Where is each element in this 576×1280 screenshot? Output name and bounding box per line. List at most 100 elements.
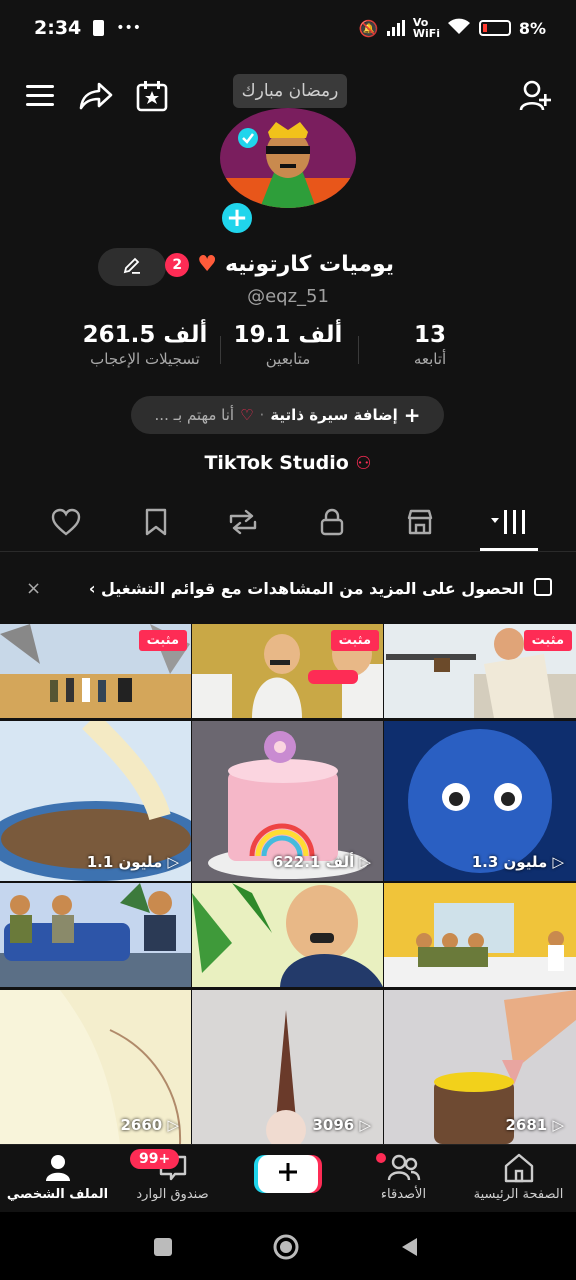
profile-icon — [44, 1153, 72, 1187]
edit-profile-button[interactable] — [98, 248, 166, 286]
nav-home[interactable]: الصفحة الرئيسية — [461, 1153, 576, 1202]
followers-stat[interactable]: 19.1 ألف متابعين — [228, 322, 348, 368]
back-icon[interactable] — [394, 1232, 424, 1262]
likes-stat[interactable]: 261.5 ألف تسجيلات الإعجاب — [70, 322, 220, 368]
stat-divider — [220, 336, 221, 364]
heart-fire-icon: ♥ — [197, 252, 217, 277]
video-thumbnail[interactable] — [384, 883, 576, 987]
battery-percent: 8% — [518, 18, 546, 38]
add-bio-label: إضافة سيرة ذاتية — [270, 406, 398, 424]
tab-videos[interactable] — [486, 504, 532, 544]
video-thumbnail[interactable]: مثبت — [0, 624, 191, 718]
tab-private[interactable] — [312, 504, 352, 544]
pinned-badge: مثبت — [138, 630, 187, 651]
share-icon[interactable] — [76, 76, 116, 116]
pencil-icon — [122, 255, 142, 279]
profile-name-row: يوميات كارتونيه ♥ 2 — [165, 252, 394, 277]
content-tabs — [0, 498, 576, 552]
stat-divider — [358, 336, 359, 364]
profile-handle: @eqz_51 — [247, 286, 329, 307]
profile-stats: 13 أتابعه 19.1 ألف متابعين 261.5 ألف تسج… — [0, 322, 576, 382]
wifi-icon — [447, 17, 471, 39]
battery-icon — [478, 20, 511, 36]
notification-dot — [376, 1153, 386, 1163]
bottom-nav: الملف الشخصي صندوق الوارد 99+ الأصدقاء ا… — [0, 1144, 576, 1212]
mute-icon: 🔕 — [358, 18, 379, 38]
home-icon — [503, 1153, 535, 1187]
ramadan-tag: رمضان مبارك — [233, 74, 347, 108]
video-thumbnail[interactable]: 1.1 مليون ▷ — [0, 720, 191, 881]
tab-liked[interactable] — [46, 504, 86, 544]
plus-icon: + — [403, 403, 421, 427]
view-count: 2681 ▷ — [505, 1115, 564, 1134]
add-friend-icon[interactable] — [516, 76, 556, 116]
playlist-banner[interactable]: × الحصول على المزيد من المشاهدات مع قوائ… — [0, 564, 576, 612]
avatar[interactable] — [220, 108, 356, 208]
followers-label: متابعين — [265, 350, 311, 368]
video-thumbnail[interactable]: 1.3 مليون ▷ — [384, 720, 576, 881]
friends-icon — [387, 1154, 421, 1186]
video-thumbnail[interactable]: مثبت — [192, 624, 383, 718]
close-icon[interactable]: × — [26, 578, 41, 599]
playlist-icon — [534, 578, 552, 596]
shop-icon — [405, 508, 435, 540]
count-badge: 2 — [165, 252, 190, 277]
nav-home-label: الصفحة الرئيسية — [473, 1187, 564, 1202]
following-count: 13 — [413, 322, 446, 348]
view-count: 1.1 مليون ▷ — [86, 852, 179, 871]
inbox-badge: 99+ — [130, 1149, 180, 1169]
heart-icon — [51, 508, 81, 540]
video-thumbnail[interactable]: 3096 ▷ — [192, 989, 383, 1144]
view-count: 1.3 مليون ▷ — [471, 852, 564, 871]
likes-count: 261.5 ألف — [82, 322, 208, 348]
bio-pill[interactable]: + إضافة سيرة ذاتية · ♡ أنا مهتم بـ ... — [131, 396, 444, 434]
video-thumbnail[interactable]: 622.1 ألف ▷ — [192, 720, 383, 881]
menu-icon[interactable] — [20, 76, 60, 116]
nav-friends[interactable]: الأصدقاء — [346, 1153, 461, 1202]
recents-icon[interactable] — [148, 1232, 178, 1262]
lock-icon — [319, 508, 345, 540]
studio-person-icon: ⚇ — [355, 453, 372, 474]
video-thumbnail[interactable] — [192, 883, 383, 987]
tiktok-studio-link[interactable]: TikTok Studio ⚇ — [0, 452, 576, 474]
bio-separator: · — [259, 406, 265, 424]
add-story-button[interactable]: + — [219, 200, 255, 236]
system-navigation-bar — [0, 1212, 576, 1280]
plus-icon — [277, 1161, 299, 1187]
following-stat[interactable]: 13 أتابعه — [380, 322, 480, 368]
home-button-icon[interactable] — [271, 1232, 301, 1262]
repost-icon — [227, 508, 259, 540]
nav-profile[interactable]: الملف الشخصي — [0, 1153, 115, 1202]
nav-inbox-label: صندوق الوارد — [136, 1187, 209, 1202]
signal-icon — [386, 20, 405, 36]
video-thumbnail[interactable]: 2660 ▷ — [0, 989, 191, 1144]
video-thumbnail[interactable] — [0, 883, 191, 987]
vowifi-label: Vo WiFi — [412, 16, 441, 40]
status-time: 2:34 — [34, 17, 82, 39]
more-notifications: ••• — [116, 20, 142, 36]
pinned-badge: مثبت — [330, 630, 379, 651]
nav-friends-label: الأصدقاء — [380, 1187, 427, 1202]
following-label: أتابعه — [413, 350, 447, 368]
banner-text[interactable]: الحصول على المزيد من المشاهدات مع قوائم … — [89, 579, 524, 598]
nav-profile-label: الملف الشخصي — [6, 1187, 109, 1202]
video-grid: مثبت مثبت مثبت 1.1 مليون ▷ 622.1 ألف ▷ 1… — [0, 624, 576, 1144]
video-thumbnail[interactable]: مثبت — [384, 624, 576, 718]
heart-outline-icon: ♡ — [240, 406, 254, 424]
tab-favorites[interactable] — [136, 504, 176, 544]
tab-shop[interactable] — [400, 504, 440, 544]
bookmark-icon — [144, 508, 168, 540]
interest-label: أنا مهتم بـ ... — [154, 406, 235, 424]
battery-saver-icon — [93, 20, 105, 36]
status-bar: 2:34 ••• 🔕 Vo WiFi 8% — [0, 0, 576, 56]
pinned-badge: مثبت — [523, 630, 572, 651]
studio-label: TikTok Studio — [204, 452, 349, 474]
calendar-star-icon[interactable] — [132, 76, 172, 116]
video-thumbnail[interactable]: 2681 ▷ — [384, 989, 576, 1144]
view-count: 3096 ▷ — [312, 1115, 371, 1134]
followers-count: 19.1 ألف — [233, 322, 343, 348]
tab-reposts[interactable] — [223, 504, 263, 544]
likes-label: تسجيلات الإعجاب — [90, 350, 200, 368]
create-button[interactable] — [258, 1155, 318, 1193]
grid-icon — [489, 508, 529, 540]
